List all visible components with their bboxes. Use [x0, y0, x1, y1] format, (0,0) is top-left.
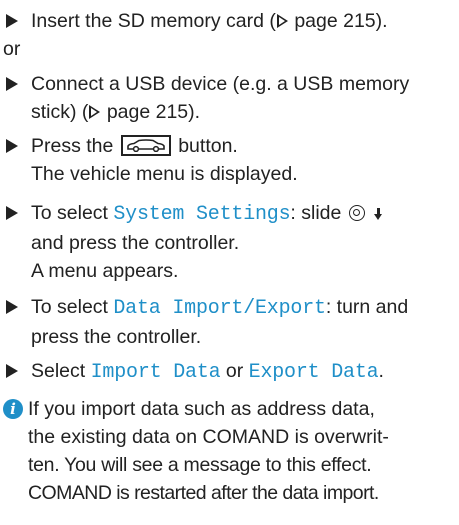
page-reference-icon — [276, 14, 289, 28]
step-select-import-or-export: Select Import Data or Export Data. — [6, 357, 384, 387]
or-separator: or — [3, 38, 21, 60]
menu-item-export-data: Export Data — [248, 361, 379, 384]
step-text: To select — [31, 202, 114, 224]
page-reference: page 215). — [288, 10, 388, 32]
menu-item-data-import-export: Data Import/Export — [113, 297, 326, 320]
step-text: Select — [31, 360, 91, 382]
step-text-line: To select System Settings: slide — [31, 199, 385, 229]
info-line: If you import data such as address data, — [28, 398, 375, 420]
step-text: Insert the SD memory card ( — [31, 10, 276, 32]
info-line: ten. You will see a message to this effe… — [28, 454, 372, 476]
instruction-page: Insert the SD memory card ( page 215). o… — [0, 0, 459, 525]
vehicle-button-icon — [120, 135, 171, 156]
step-bullet-icon — [6, 139, 18, 153]
step-select-data-import-export: To select Data Import/Export: turn and p… — [6, 293, 408, 351]
info-icon: i — [3, 399, 23, 419]
step-bullet-icon — [6, 206, 18, 220]
step-bullet-icon — [6, 77, 18, 91]
step-text-line: and press the controller. — [31, 232, 240, 254]
info-note: i If you import data such as address dat… — [3, 395, 459, 507]
step-text-line: press the controller. — [31, 326, 202, 348]
info-line: the existing data on COMAND is overwrit- — [28, 426, 389, 448]
step-press-vehicle-button: Press the button. The vehicle menu is di… — [6, 132, 298, 188]
step-bullet-icon — [6, 300, 18, 314]
page-reference: page 215). — [101, 101, 201, 123]
step-connect-usb: Connect a USB device (e.g. a USB memory … — [6, 70, 409, 126]
step-text: . — [378, 360, 384, 382]
step-text: stick) ( — [31, 101, 89, 123]
step-text-line: Connect a USB device (e.g. a USB memory — [31, 73, 410, 95]
step-text: : turn and — [325, 296, 409, 318]
step-text-line: Press the button. — [31, 132, 298, 160]
step-text: or — [220, 360, 249, 382]
step-text-line: To select Data Import/Export: turn and — [31, 293, 408, 323]
step-bullet-icon — [6, 364, 18, 378]
step-text: To select — [31, 296, 114, 318]
step-text-line: stick) ( page 215). — [31, 98, 409, 126]
page-reference-icon — [88, 105, 101, 119]
step-insert-sd-card: Insert the SD memory card ( page 215). — [6, 7, 388, 35]
step-result: The vehicle menu is displayed. — [31, 163, 298, 185]
step-text: Press the — [31, 135, 119, 157]
menu-item-system-settings: System Settings — [113, 203, 291, 226]
menu-item-import-data: Import Data — [90, 361, 221, 384]
step-text: : slide — [290, 202, 347, 224]
step-bullet-icon — [6, 14, 18, 28]
controller-icon — [348, 205, 365, 221]
slide-down-arrow-icon — [373, 207, 385, 221]
step-select-system-settings: To select System Settings: slide and pre… — [6, 199, 385, 285]
info-line: COMAND is restarted after the data impor… — [28, 482, 379, 504]
step-text: button. — [172, 135, 238, 157]
step-result: A menu appears. — [31, 260, 179, 282]
